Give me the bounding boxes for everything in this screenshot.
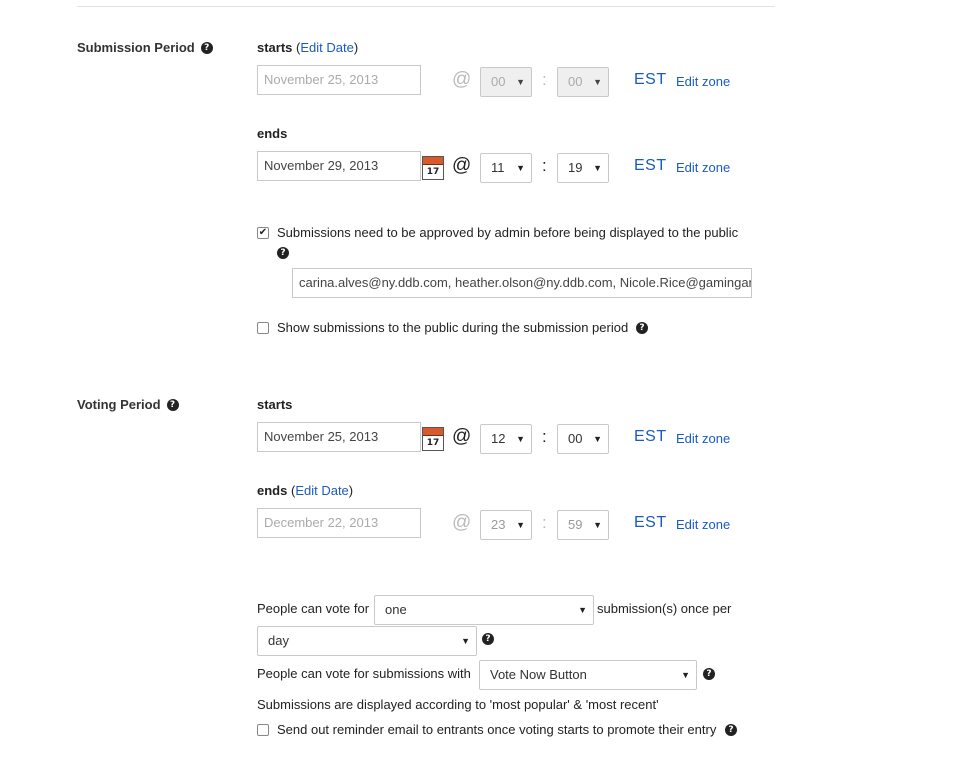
calendar-header (423, 157, 443, 165)
calendar-header (423, 428, 443, 436)
help-icon[interactable]: ? (166, 398, 179, 411)
submission-start-hour-value: 00 (491, 74, 506, 89)
submission-start-timezone: EST (634, 71, 667, 88)
calendar-icon[interactable]: 17 (422, 427, 444, 451)
voting-period-title: Voting Period (77, 397, 161, 412)
vote-method-value: Vote Now Button (490, 667, 587, 682)
chevron-down-icon: ▼ (578, 605, 587, 615)
top-divider (77, 6, 775, 7)
voting-start-edit-zone-link[interactable]: Edit zone (676, 431, 730, 446)
vote-period-value: day (268, 633, 289, 648)
chevron-down-icon: ▼ (461, 636, 470, 646)
help-icon[interactable]: ? (703, 668, 715, 680)
voting-end-timezone: EST (634, 514, 667, 531)
voting-end-hour-value: 23 (491, 517, 506, 532)
approval-text: Submissions need to be approved by admin… (277, 225, 739, 240)
submission-start-minute-select[interactable]: 00 ▼ (557, 67, 609, 97)
submission-end-hour-value: 11 (491, 160, 505, 175)
voting-end-minute-select[interactable]: 59 ▼ (557, 510, 609, 540)
submission-end-minute-value: 19 (568, 160, 583, 175)
submission-period-title: Submission Period (77, 40, 195, 55)
reminder-text: Send out reminder email to entrants once… (277, 722, 717, 737)
calendar-icon[interactable]: 17 (422, 156, 444, 180)
voting-starts-label: starts (257, 397, 293, 412)
voting-end-hour-select[interactable]: 23 ▼ (480, 510, 532, 540)
voting-end-date-input[interactable]: December 22, 2013 (257, 508, 421, 538)
at-symbol: @ (452, 426, 472, 447)
help-icon[interactable]: ? (636, 322, 648, 334)
chevron-down-icon: ▼ (593, 163, 602, 173)
submission-starts-label: starts (Edit Date) (257, 40, 358, 55)
voting-start-timezone: EST (634, 428, 667, 445)
submission-end-edit-zone-link[interactable]: Edit zone (676, 160, 730, 175)
voting-start-hour-select[interactable]: 12 ▼ (480, 424, 532, 454)
voting-period-label: Voting Period ? (77, 397, 179, 412)
submission-starts-edit-date-link[interactable]: Edit Date (300, 40, 353, 55)
reminder-checkbox[interactable] (257, 724, 269, 736)
chevron-down-icon: ▼ (516, 520, 525, 530)
voting-start-date-input[interactable]: November 25, 2013 (257, 422, 421, 452)
vote-method-select[interactable]: Vote Now Button ▼ (479, 660, 697, 690)
voting-ends-edit-date-link[interactable]: Edit Date (295, 483, 348, 498)
vote-for-suffix: submission(s) once per (597, 601, 732, 616)
vote-with-prefix: People can vote for submissions with (257, 666, 471, 681)
submission-period-label: Submission Period ? (77, 40, 213, 55)
chevron-down-icon: ▼ (681, 670, 690, 680)
time-colon: : (542, 513, 547, 532)
approval-checkbox[interactable]: ✔ (257, 227, 269, 239)
calendar-day: 17 (426, 167, 440, 177)
voting-start-minute-select[interactable]: 00 ▼ (557, 424, 609, 454)
vote-period-select[interactable]: day ▼ (257, 626, 477, 656)
help-icon[interactable]: ? (200, 41, 213, 54)
close-paren: ) (353, 40, 359, 55)
submission-end-minute-select[interactable]: 19 ▼ (557, 153, 609, 183)
voting-ends-text: ends (257, 483, 288, 498)
submission-start-hour-select[interactable]: 00 ▼ (480, 67, 532, 97)
submission-start-date-input[interactable]: November 25, 2013 (257, 65, 421, 95)
help-icon[interactable]: ? (725, 724, 737, 736)
calendar-day: 17 (426, 438, 440, 448)
close-paren: ) (348, 483, 354, 498)
approver-emails-input[interactable]: carina.alves@ny.ddb.com, heather.olson@n… (292, 268, 752, 298)
show-public-checkbox[interactable] (257, 322, 269, 334)
at-symbol: @ (452, 155, 472, 176)
chevron-down-icon: ▼ (593, 520, 602, 530)
vote-count-value: one (385, 602, 407, 617)
at-symbol: @ (452, 69, 472, 90)
voting-end-minute-value: 59 (568, 517, 583, 532)
voting-start-minute-value: 00 (568, 431, 583, 446)
chevron-down-icon: ▼ (516, 434, 525, 444)
voting-ends-label: ends (Edit Date) (257, 483, 353, 498)
vote-count-select[interactable]: one ▼ (374, 595, 594, 625)
chevron-down-icon: ▼ (593, 434, 602, 444)
submission-start-edit-zone-link[interactable]: Edit zone (676, 74, 730, 89)
submission-ends-label: ends (257, 126, 288, 141)
time-colon: : (542, 427, 547, 446)
vote-for-prefix: People can vote for (257, 601, 370, 616)
voting-start-hour-value: 12 (491, 431, 506, 446)
chevron-down-icon: ▼ (516, 163, 525, 173)
time-colon: : (542, 70, 547, 89)
submission-end-date-input[interactable]: November 29, 2013 (257, 151, 421, 181)
show-public-text: Show submissions to the public during th… (277, 320, 629, 335)
display-order-text: Submissions are displayed according to '… (257, 697, 659, 712)
submission-start-minute-value: 00 (568, 74, 583, 89)
submission-starts-text: starts (257, 40, 293, 55)
time-colon: : (542, 156, 547, 175)
help-icon[interactable]: ? (482, 633, 494, 645)
chevron-down-icon: ▼ (593, 77, 602, 87)
help-icon[interactable]: ? (277, 247, 289, 259)
at-symbol: @ (452, 512, 472, 533)
voting-end-edit-zone-link[interactable]: Edit zone (676, 517, 730, 532)
submission-end-hour-select[interactable]: 11 ▼ (480, 153, 532, 183)
chevron-down-icon: ▼ (516, 77, 525, 87)
submission-end-timezone: EST (634, 157, 667, 174)
